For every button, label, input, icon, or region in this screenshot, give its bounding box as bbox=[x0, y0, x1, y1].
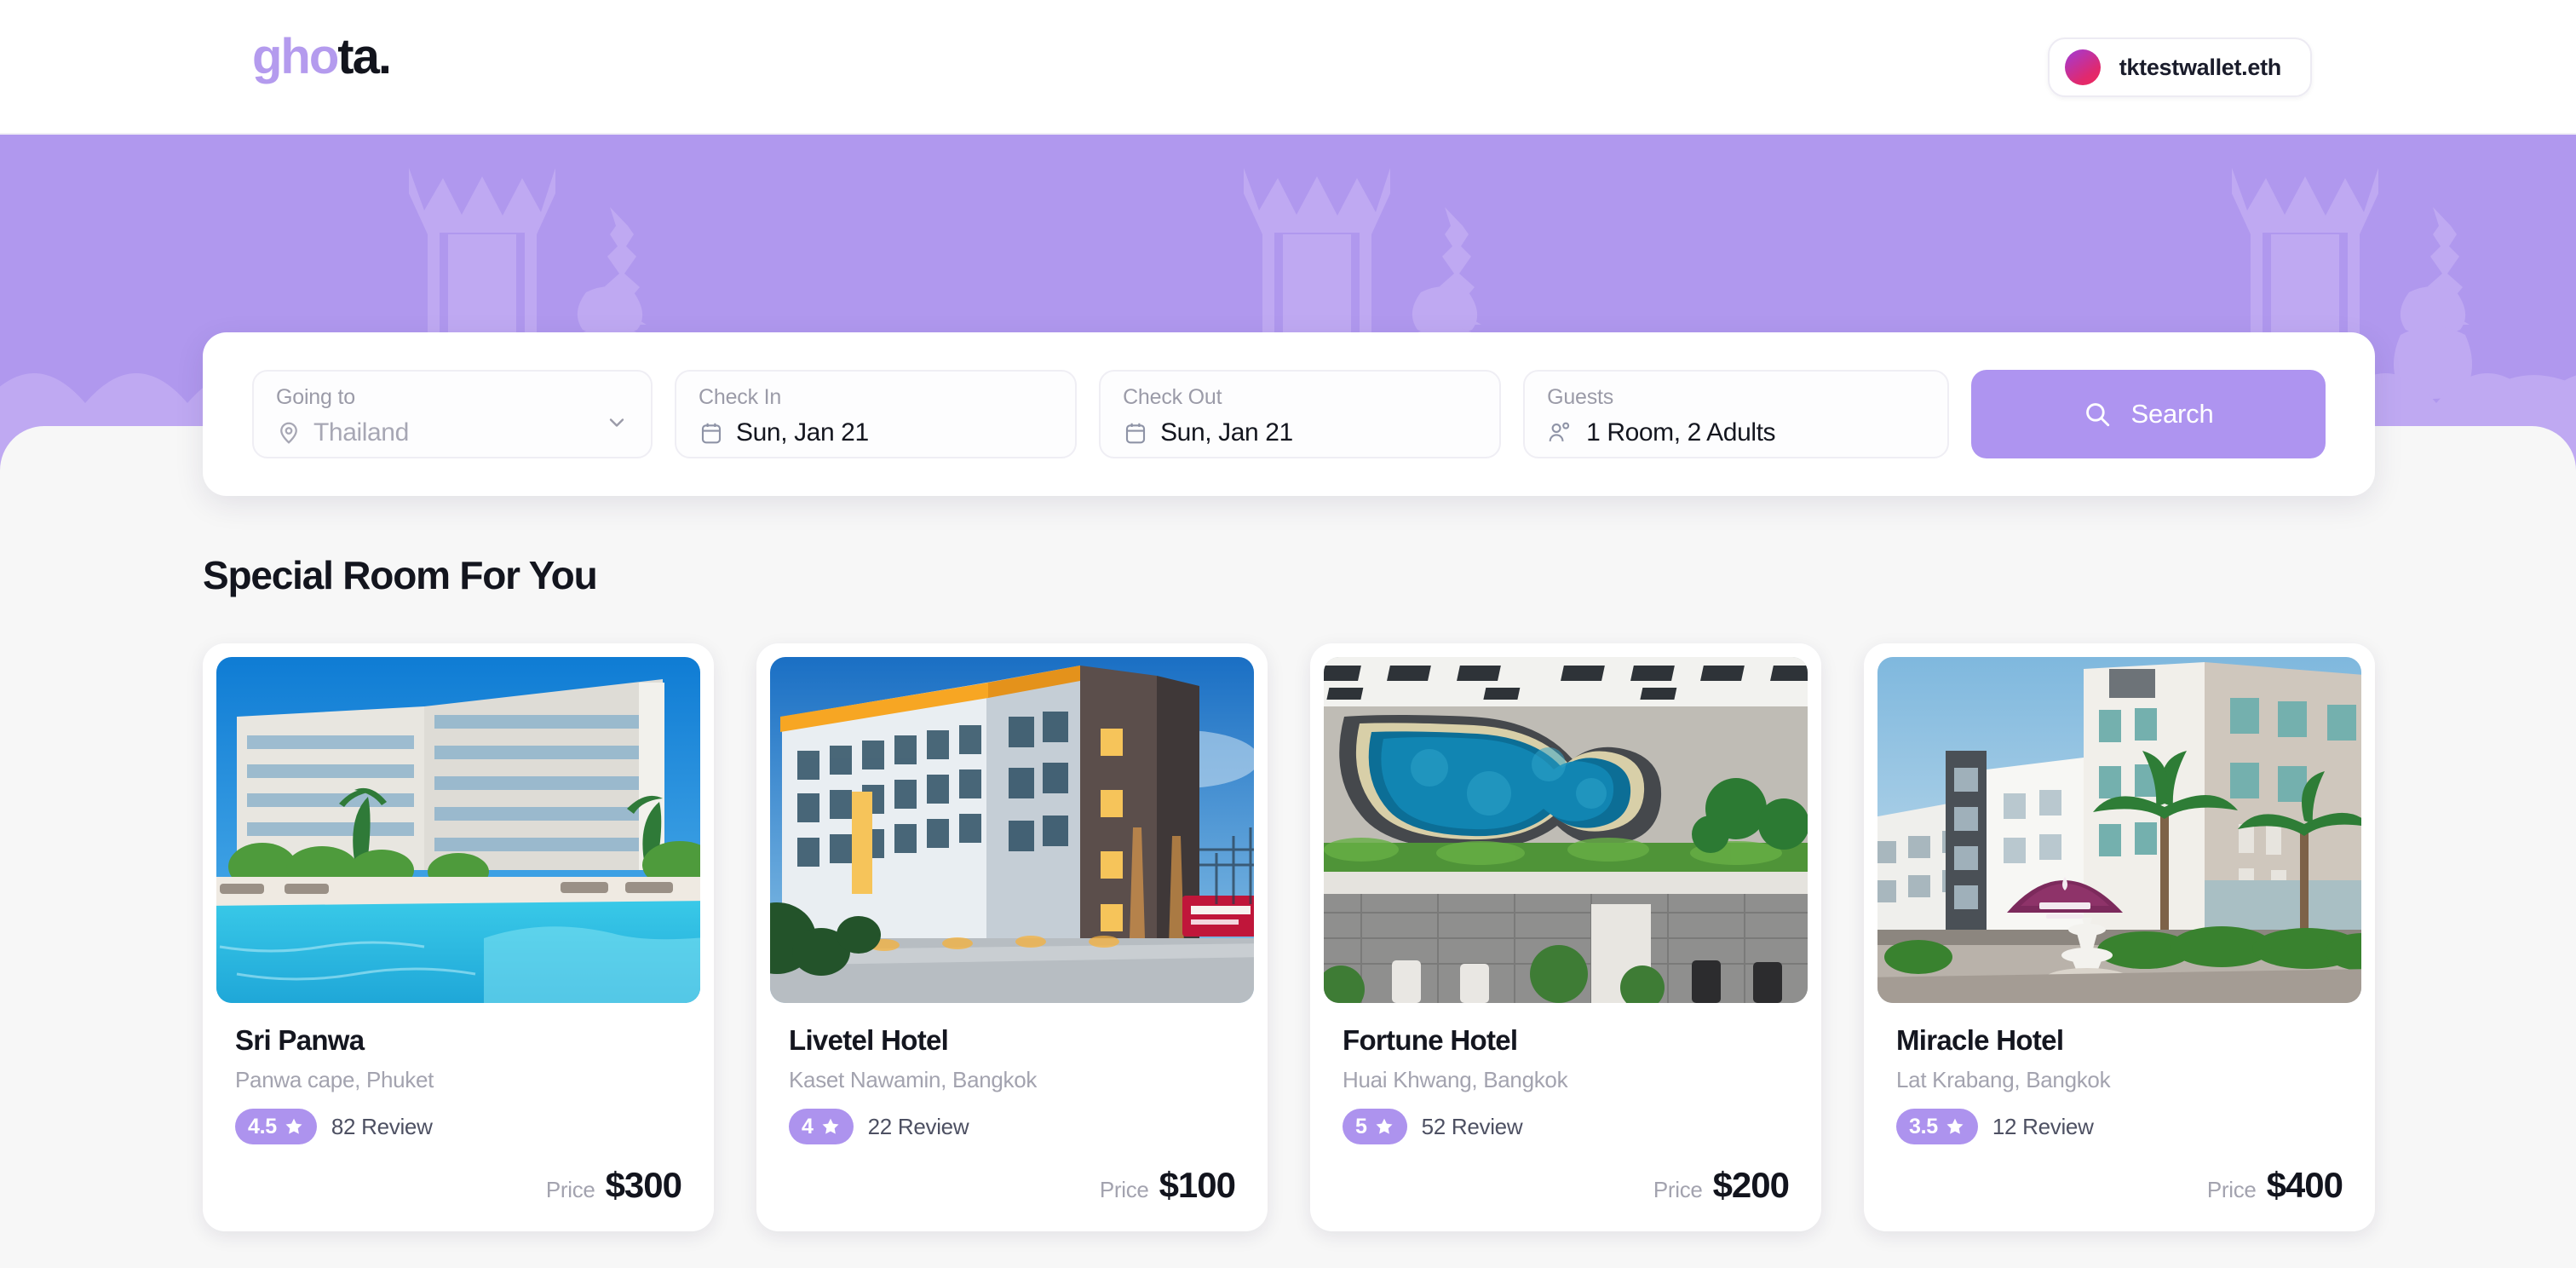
price-label: Price bbox=[1099, 1177, 1149, 1202]
destination-field[interactable]: Going to Thailand bbox=[252, 370, 653, 458]
hotel-price: Price $400 bbox=[1896, 1165, 2343, 1206]
check-out-value: Sun, Jan 21 bbox=[1160, 418, 1293, 447]
hotel-name: Livetel Hotel bbox=[789, 1024, 949, 1056]
page-title: Special Room For You bbox=[203, 553, 598, 597]
price-label: Price bbox=[545, 1177, 595, 1202]
price-value: $400 bbox=[2266, 1165, 2343, 1205]
airport-hotel-palms-image bbox=[1877, 657, 2361, 1003]
check-out-label: Check Out bbox=[1123, 385, 1222, 409]
hotel-location: Kaset Nawamin, Bangkok bbox=[789, 1067, 1038, 1093]
star-icon bbox=[285, 1118, 302, 1134]
logo-text-secondary: ta. bbox=[337, 29, 392, 84]
rating-badge: 3.5 bbox=[1896, 1109, 1978, 1145]
hotel-location: Lat Krabang, Bangkok bbox=[1896, 1067, 2111, 1093]
hotel-location: Huai Khwang, Bangkok bbox=[1343, 1067, 1568, 1093]
hotel-price: Price $200 bbox=[1343, 1165, 1790, 1206]
logo-text-primary: gho bbox=[252, 29, 339, 84]
logo[interactable]: ghota. bbox=[252, 29, 392, 84]
price-value: $100 bbox=[1159, 1165, 1236, 1205]
review-count: 12 Review bbox=[1992, 1113, 2094, 1139]
guests-field[interactable]: Guests 1 Room, 2 Adults bbox=[1523, 370, 1949, 458]
hotel-price: Price $300 bbox=[235, 1165, 682, 1206]
hotel-card-list: Sri Panwa Panwa cape, Phuket 4.5 82 Revi… bbox=[203, 643, 2375, 1231]
review-count: 22 Review bbox=[867, 1113, 969, 1139]
review-count: 82 Review bbox=[331, 1113, 433, 1139]
hotel-price: Price $100 bbox=[789, 1165, 1236, 1206]
rating-badge: 5 bbox=[1343, 1109, 1407, 1145]
hotel-image bbox=[1324, 657, 1808, 1003]
star-icon bbox=[1376, 1118, 1393, 1134]
search-icon bbox=[2086, 403, 2110, 427]
check-out-field[interactable]: Check Out Sun, Jan 21 bbox=[1099, 370, 1502, 458]
calendar-icon bbox=[1126, 423, 1146, 444]
hotel-image bbox=[770, 657, 1254, 1003]
people-icon bbox=[1549, 422, 1570, 441]
hotel-location: Panwa cape, Phuket bbox=[235, 1067, 434, 1093]
rating-score: 3.5 bbox=[1909, 1114, 1938, 1138]
site-header: ghota. tktestwallet.eth bbox=[0, 0, 2576, 135]
star-icon bbox=[822, 1118, 839, 1134]
wallet-avatar-icon bbox=[2064, 49, 2101, 85]
hotel-rating: 3.5 12 Review bbox=[1896, 1109, 2343, 1145]
hotel-name: Miracle Hotel bbox=[1896, 1024, 2064, 1056]
wallet-button[interactable]: tktestwallet.eth bbox=[2047, 37, 2312, 97]
star-icon bbox=[1946, 1118, 1964, 1134]
rating-badge: 4 bbox=[789, 1109, 854, 1145]
hotel-card[interactable]: Miracle Hotel Lat Krabang, Bangkok 3.5 1… bbox=[1864, 643, 2375, 1231]
hotel-rating: 5 52 Review bbox=[1343, 1109, 1789, 1145]
calendar-icon bbox=[701, 423, 722, 444]
hotel-name: Fortune Hotel bbox=[1343, 1024, 1518, 1056]
check-in-label: Check In bbox=[699, 385, 782, 409]
hotel-rating: 4 22 Review bbox=[789, 1109, 1235, 1145]
price-label: Price bbox=[1653, 1177, 1703, 1202]
location-pin-icon bbox=[280, 422, 297, 444]
search-panel: Going to Thailand Check In Sun, Jan 21 C… bbox=[203, 332, 2375, 496]
rating-badge: 4.5 bbox=[235, 1109, 317, 1145]
rating-score: 4.5 bbox=[248, 1114, 277, 1138]
check-in-value: Sun, Jan 21 bbox=[736, 418, 869, 447]
rating-score: 5 bbox=[1355, 1114, 1367, 1138]
aerial-pool-view-image bbox=[1324, 657, 1808, 1003]
destination-label: Going to bbox=[276, 385, 355, 409]
hotel-rating: 4.5 82 Review bbox=[235, 1109, 681, 1145]
destination-value: Thailand bbox=[313, 418, 409, 447]
guests-label: Guests bbox=[1547, 385, 1614, 409]
check-in-field[interactable]: Check In Sun, Jan 21 bbox=[675, 370, 1078, 458]
city-hotel-dusk-image bbox=[770, 657, 1254, 1003]
price-label: Price bbox=[2206, 1177, 2257, 1202]
search-button[interactable]: Search bbox=[1970, 370, 2326, 458]
hotel-card[interactable]: Sri Panwa Panwa cape, Phuket 4.5 82 Revi… bbox=[203, 643, 714, 1231]
guests-value: 1 Room, 2 Adults bbox=[1586, 418, 1776, 447]
review-count: 52 Review bbox=[1421, 1113, 1523, 1139]
chevron-down-icon[interactable] bbox=[605, 411, 629, 435]
price-value: $200 bbox=[1712, 1165, 1790, 1205]
hotel-image bbox=[1877, 657, 2361, 1003]
hotel-card[interactable]: Fortune Hotel Huai Khwang, Bangkok 5 52 … bbox=[1310, 643, 1821, 1231]
hotel-image bbox=[216, 657, 700, 1003]
resort-pool-daytime-image bbox=[216, 657, 700, 1003]
hotel-card[interactable]: Livetel Hotel Kaset Nawamin, Bangkok 4 2… bbox=[756, 643, 1268, 1231]
search-button-label: Search bbox=[2130, 399, 2214, 429]
wallet-address-label: tktestwallet.eth bbox=[2119, 54, 2282, 80]
price-value: $300 bbox=[605, 1165, 682, 1205]
rating-score: 4 bbox=[802, 1114, 814, 1138]
hotel-name: Sri Panwa bbox=[235, 1024, 365, 1056]
